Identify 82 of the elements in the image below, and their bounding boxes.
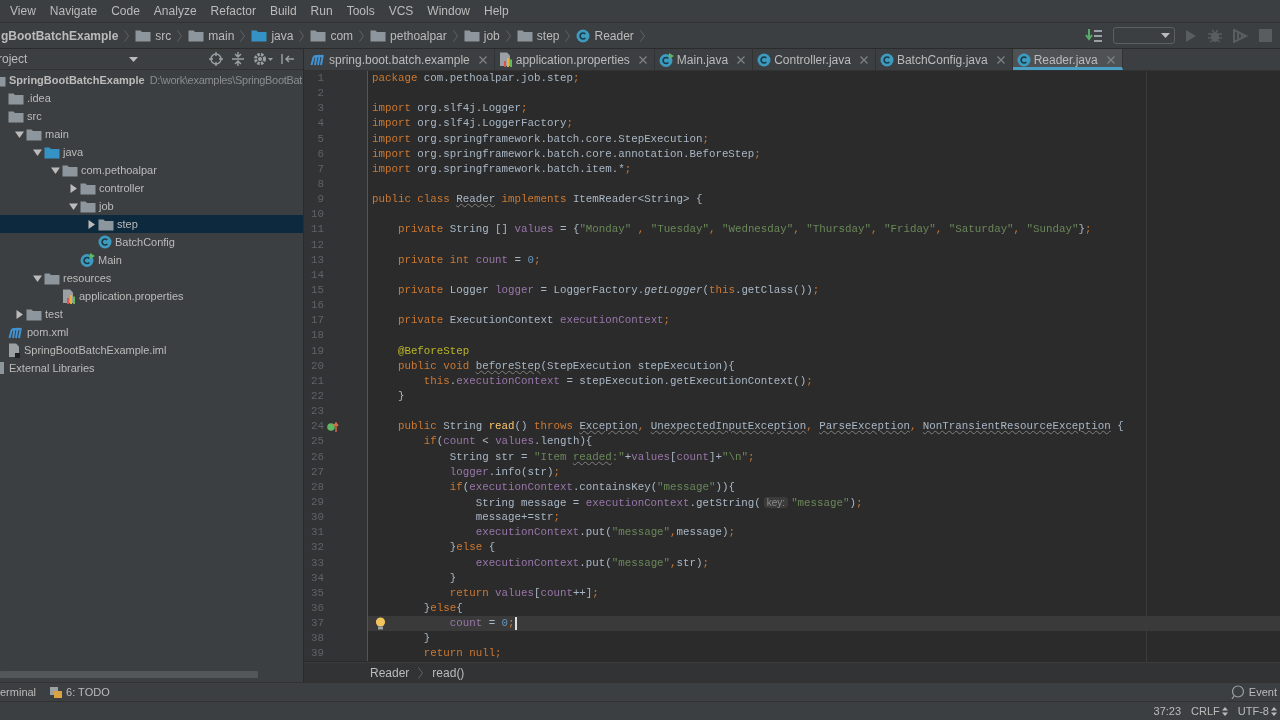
breadcrumb-item[interactable]: job xyxy=(460,28,503,43)
breadcrumb-item[interactable]: pethoalpar xyxy=(367,28,450,43)
breadcrumb-item[interactable]: java xyxy=(248,28,297,43)
editor-tab[interactable]: BatchConfig.java xyxy=(875,49,1013,70)
code-line: String message = executionContext.getString( key: "message"); xyxy=(474,496,863,509)
breadcrumb-item[interactable]: main xyxy=(185,28,238,43)
code-line: private Logger logger = LoggerFactory.getLogger(this.getClass()); xyxy=(396,283,820,296)
code-line: this.executionContext = stepExecution.getExecutionContext(); xyxy=(422,374,813,387)
tree-item[interactable]: pom.xml xyxy=(0,323,303,341)
code-line: import org.springframework.batch.core.annotation.BeforeStep; xyxy=(372,147,761,160)
menu-item[interactable]: Code xyxy=(111,4,140,18)
tree-item[interactable]: SpringBootBatchExample D:\work\examples\SpringBootBat xyxy=(0,71,303,89)
code-line: return values[count++]; xyxy=(448,586,599,599)
tree-item[interactable]: External Libraries xyxy=(0,359,303,377)
tree-item[interactable]: .idea xyxy=(0,89,303,107)
code-line: private ExecutionContext executionContext; xyxy=(396,314,671,327)
code-line: public void beforeStep(StepExecution stepExecution){ xyxy=(396,359,735,372)
code-line: public String read() throws Exception, UnexpectedInputException, ParseException, NonTransientResourceException { xyxy=(396,420,1124,433)
tree-item[interactable]: SpringBootBatchExample.iml xyxy=(0,341,303,359)
cursor-position[interactable]: 37:23 xyxy=(1153,705,1182,717)
tree-item[interactable]: main xyxy=(0,125,303,143)
tree-item[interactable]: job xyxy=(0,197,303,215)
tool-window-button[interactable]: erminal xyxy=(0,686,37,698)
tree-item[interactable]: com.pethoalpar xyxy=(0,161,303,179)
code-line: if(count < values.length){ xyxy=(422,435,593,448)
breadcrumb-item[interactable]: gBootBatchExample xyxy=(0,28,122,43)
code-line: if(executionContext.containsKey("message")){ xyxy=(448,480,735,493)
code-line: message+=str; xyxy=(474,511,560,524)
editor-tab[interactable]: Reader.java xyxy=(1012,49,1123,70)
tool-window-button[interactable]: 6: TODO xyxy=(49,685,110,699)
code-line: logger.info(str); xyxy=(448,465,560,478)
breadcrumb-item[interactable]: src xyxy=(132,28,175,43)
breadcrumb-item[interactable]: Reader xyxy=(370,665,410,680)
code-line: package com.pethoalpar.job.step; xyxy=(372,72,580,84)
menu-item[interactable]: Run xyxy=(310,4,333,18)
tree-item[interactable]: controller xyxy=(0,179,303,197)
code-line: import org.slf4j.Logger; xyxy=(372,102,528,115)
editor-tab[interactable]: Controller.java xyxy=(753,49,876,70)
editor-tab[interactable]: Main.java xyxy=(654,49,754,70)
code-line: count = 0; xyxy=(448,617,517,630)
tree-item[interactable]: BatchConfig xyxy=(0,233,303,251)
code-line: public class Reader implements ItemReader<String> { xyxy=(372,193,703,206)
menu-item[interactable]: Analyze xyxy=(153,4,197,18)
tree-item[interactable]: test xyxy=(0,305,303,323)
breadcrumb-item[interactable]: read() xyxy=(432,665,465,680)
editor-tab[interactable]: spring.boot.batch.example xyxy=(306,49,495,70)
breadcrumb-item[interactable]: Reader xyxy=(573,28,637,43)
breadcrumb-item[interactable]: com xyxy=(307,28,357,43)
code-line: } xyxy=(448,571,457,584)
code-line: private String [] values = {"Monday" , "Tuesday", "Wednesday", "Thursday", "Friday", "Saturday", "Sunday"}; xyxy=(396,223,1092,236)
menu-item[interactable]: Build xyxy=(269,4,297,18)
menu-item[interactable]: Window xyxy=(427,4,470,18)
code-line: executionContext.put("message",message); xyxy=(474,526,735,539)
menu-item[interactable]: View xyxy=(10,4,36,18)
editor-tab[interactable]: application.properties xyxy=(494,49,655,70)
menu-item[interactable]: Tools xyxy=(346,4,375,18)
code-line: @BeforeStep xyxy=(396,344,470,357)
encoding-selector[interactable]: UTF-8 xyxy=(1237,705,1277,717)
tree-item[interactable]: Main xyxy=(0,251,303,269)
event-log-button[interactable]: Event xyxy=(1229,685,1277,699)
tree-item[interactable]: java xyxy=(0,143,303,161)
code-line: import org.slf4j.LoggerFactory; xyxy=(372,117,573,130)
code-line: } xyxy=(396,389,405,402)
code-line: import org.springframework.batch.item.*; xyxy=(372,162,632,175)
menu-item[interactable]: VCS xyxy=(388,4,414,18)
line-separator-selector[interactable]: CRLF xyxy=(1191,705,1228,717)
menu-item[interactable]: Navigate xyxy=(49,4,98,18)
code-line: }else { xyxy=(448,541,496,554)
tree-item[interactable]: resources xyxy=(0,269,303,287)
menu-item[interactable]: Help xyxy=(484,4,509,18)
tree-item[interactable]: step xyxy=(0,215,303,233)
code-line: }else{ xyxy=(422,601,463,614)
code-line: private int count = 0; xyxy=(396,253,541,266)
code-line: return null; xyxy=(422,647,502,660)
tree-item[interactable]: application.properties xyxy=(0,287,303,305)
code-line: } xyxy=(422,632,431,645)
code-line: String str = "Item readed:"+values[count]+"\n"; xyxy=(448,450,755,463)
menu-item[interactable]: Refactor xyxy=(210,4,256,18)
code-line: import org.springframework.batch.core.StepExecution; xyxy=(372,132,709,145)
breadcrumb-item[interactable]: step xyxy=(513,28,563,43)
tree-item[interactable]: src xyxy=(0,107,303,125)
code-line: executionContext.put("message",str); xyxy=(474,556,709,569)
